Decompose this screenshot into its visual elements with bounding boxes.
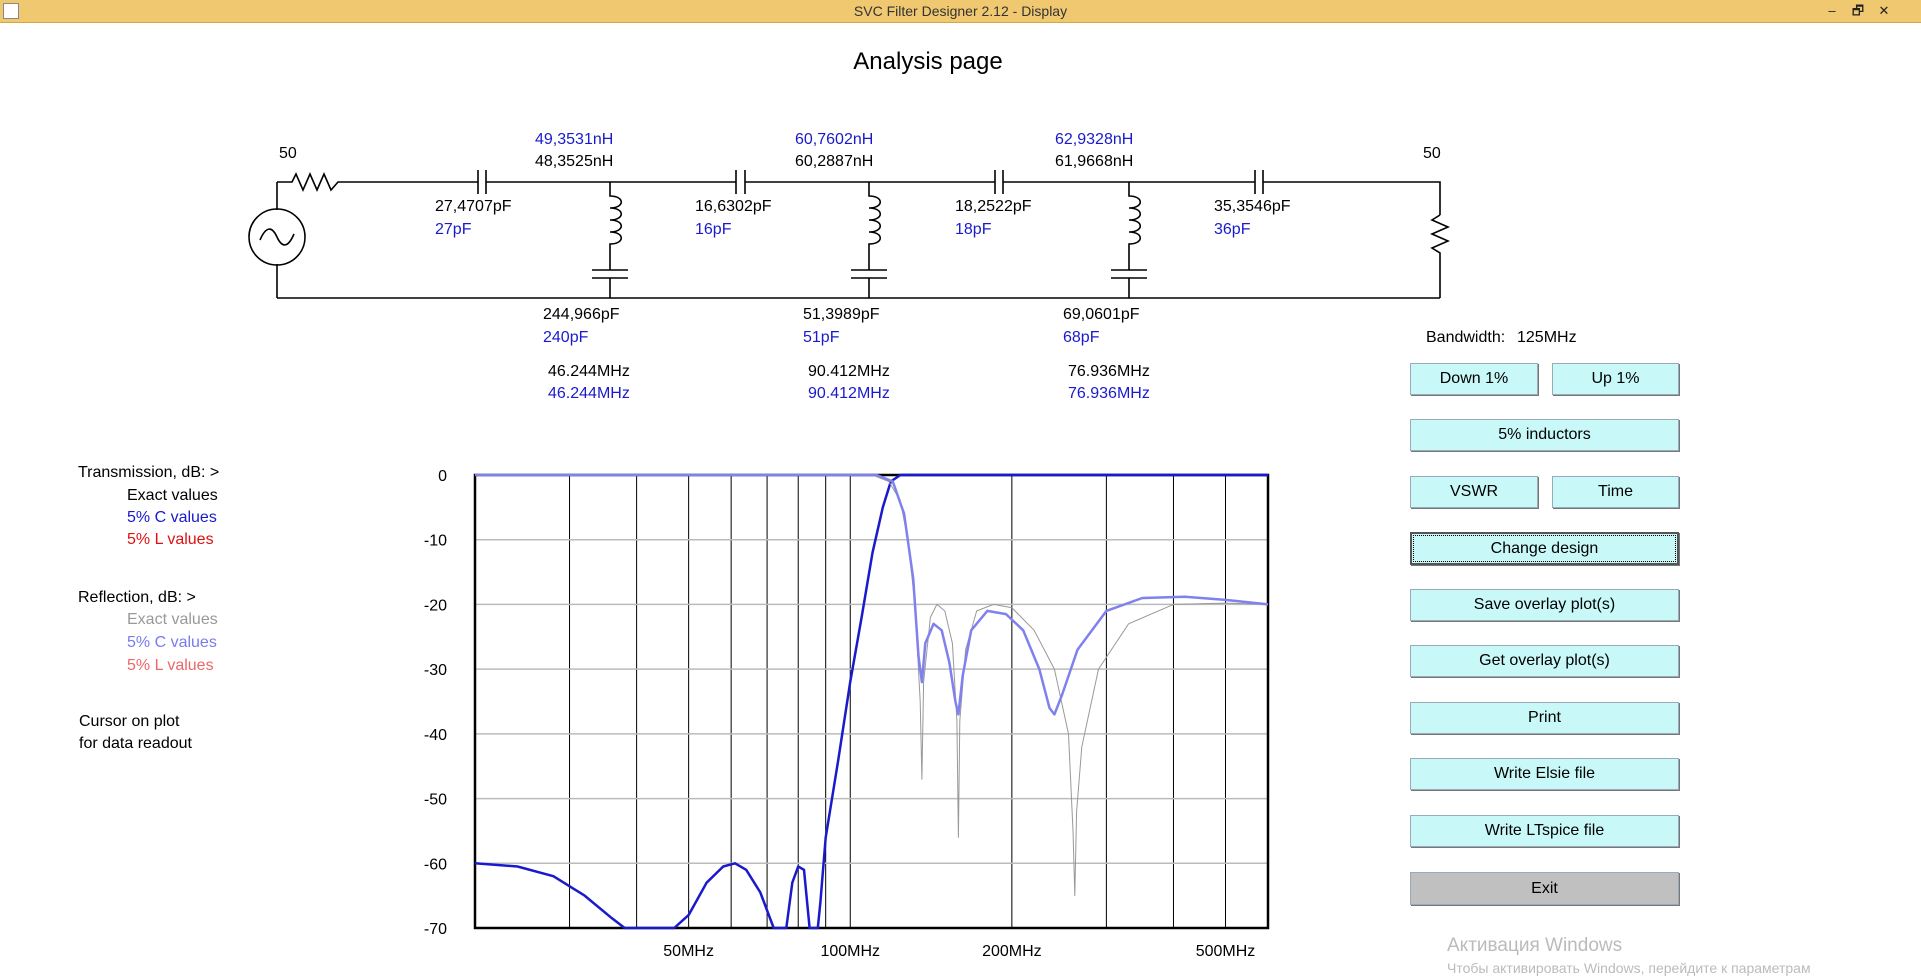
transmission-5l-legend: 5% L values: [127, 531, 214, 548]
load-resistance-label: 50: [1423, 145, 1441, 162]
transmission-legend-title[interactable]: Transmission, dB: >: [78, 464, 219, 482]
inductor-1-std: 49,3531nH: [535, 131, 614, 148]
x-tick-label: 200MHz: [982, 943, 1042, 960]
plot-frame: [473, 473, 1270, 930]
series-line: [475, 474, 1269, 897]
inductor-1-exact: 48,3525nH: [535, 153, 614, 170]
series-cap-3-exact: 18,2522pF: [955, 198, 1032, 215]
down-1-percent-button[interactable]: Down 1%: [1410, 363, 1538, 395]
reflection-5l-legend: 5% L values: [127, 657, 214, 674]
print-button[interactable]: Print: [1410, 702, 1679, 734]
x-tick-label: 100MHz: [820, 943, 880, 960]
y-tick-label: -70: [424, 921, 447, 938]
resonance-2-exact: 90.412MHz: [808, 363, 890, 380]
series-line: [475, 473, 1269, 716]
x-tick-label: 50MHz: [663, 943, 714, 960]
get-overlay-button[interactable]: Get overlay plot(s): [1410, 645, 1679, 677]
series-cap-2-std: 16pF: [695, 221, 732, 238]
activation-watermark-text: Чтобы активировать Windows, перейдите к …: [1447, 960, 1811, 976]
series-cap-2-exact: 16,6302pF: [695, 198, 772, 215]
y-tick-label: -60: [424, 856, 447, 873]
shunt-cap-2-std: 51pF: [803, 329, 840, 346]
reflection-exact-legend: Exact values: [127, 611, 218, 628]
reflection-legend-title[interactable]: Reflection, dB: >: [78, 589, 196, 607]
series-cap-4-std: 36pF: [1214, 221, 1251, 238]
resonance-1-exact: 46.244MHz: [548, 363, 630, 380]
resonance-3-exact: 76.936MHz: [1068, 363, 1150, 380]
resonance-1-std: 46.244MHz: [548, 385, 630, 402]
series-cap-4-exact: 35,3546pF: [1214, 198, 1291, 215]
reflection-5c-legend: 5% C values: [127, 634, 217, 651]
inductor-3-std: 62,9328nH: [1055, 131, 1134, 148]
5-percent-inductors-button[interactable]: 5% inductors: [1410, 419, 1679, 451]
series-cap-1-std: 27pF: [435, 221, 472, 238]
inductor-2-std: 60,7602nH: [795, 131, 874, 148]
activation-watermark-title: Активация Windows: [1447, 935, 1623, 956]
shunt-cap-1-std: 240pF: [543, 329, 589, 346]
resonance-2-std: 90.412MHz: [808, 385, 890, 402]
transmission-5c-legend: 5% C values: [127, 509, 217, 526]
bandwidth-value: 125MHz: [1517, 329, 1577, 346]
inductor-2-exact: 60,2887nH: [795, 153, 874, 170]
shunt-cap-2-exact: 51,3989pF: [803, 306, 880, 323]
up-1-percent-button[interactable]: Up 1%: [1552, 363, 1679, 395]
bandwidth-label: Bandwidth:: [1426, 329, 1506, 346]
y-tick-label: -40: [424, 727, 447, 744]
series-cap-1-exact: 27,4707pF: [435, 198, 512, 215]
y-tick-label: -20: [424, 597, 447, 614]
series-line: [474, 473, 1268, 930]
cursor-hint-line2: for data readout: [79, 735, 192, 752]
y-tick-label: 0: [438, 468, 447, 485]
time-button[interactable]: Time: [1552, 476, 1679, 508]
write-elsie-button[interactable]: Write Elsie file: [1410, 758, 1679, 790]
source-resistance-label: 50: [279, 145, 297, 162]
cursor-hint-line1: Cursor on plot: [79, 713, 180, 730]
shunt-cap-3-exact: 69,0601pF: [1063, 306, 1140, 323]
y-tick-label: -30: [424, 662, 447, 679]
frequency-response-plot[interactable]: 0 -10 -20 -30 -40 -50 -60 -70 50MHz 100MHz 200MHz 5…: [400, 455, 1290, 975]
y-tick-label: -10: [424, 533, 447, 550]
vswr-button[interactable]: VSWR: [1410, 476, 1538, 508]
series-cap-3-std: 18pF: [955, 221, 992, 238]
resonance-3-std: 76.936MHz: [1068, 385, 1150, 402]
save-overlay-button[interactable]: Save overlay plot(s): [1410, 589, 1679, 621]
shunt-cap-3-std: 68pF: [1063, 329, 1100, 346]
write-ltspice-button[interactable]: Write LTspice file: [1410, 815, 1679, 847]
exit-button[interactable]: Exit: [1410, 872, 1679, 905]
transmission-exact-legend: Exact values: [127, 487, 218, 504]
change-design-button[interactable]: Change design: [1410, 532, 1679, 565]
y-tick-label: -50: [424, 792, 447, 809]
shunt-cap-1-exact: 244,966pF: [543, 306, 620, 323]
inductor-3-exact: 61,9668nH: [1055, 153, 1134, 170]
x-tick-label: 500MHz: [1196, 943, 1256, 960]
